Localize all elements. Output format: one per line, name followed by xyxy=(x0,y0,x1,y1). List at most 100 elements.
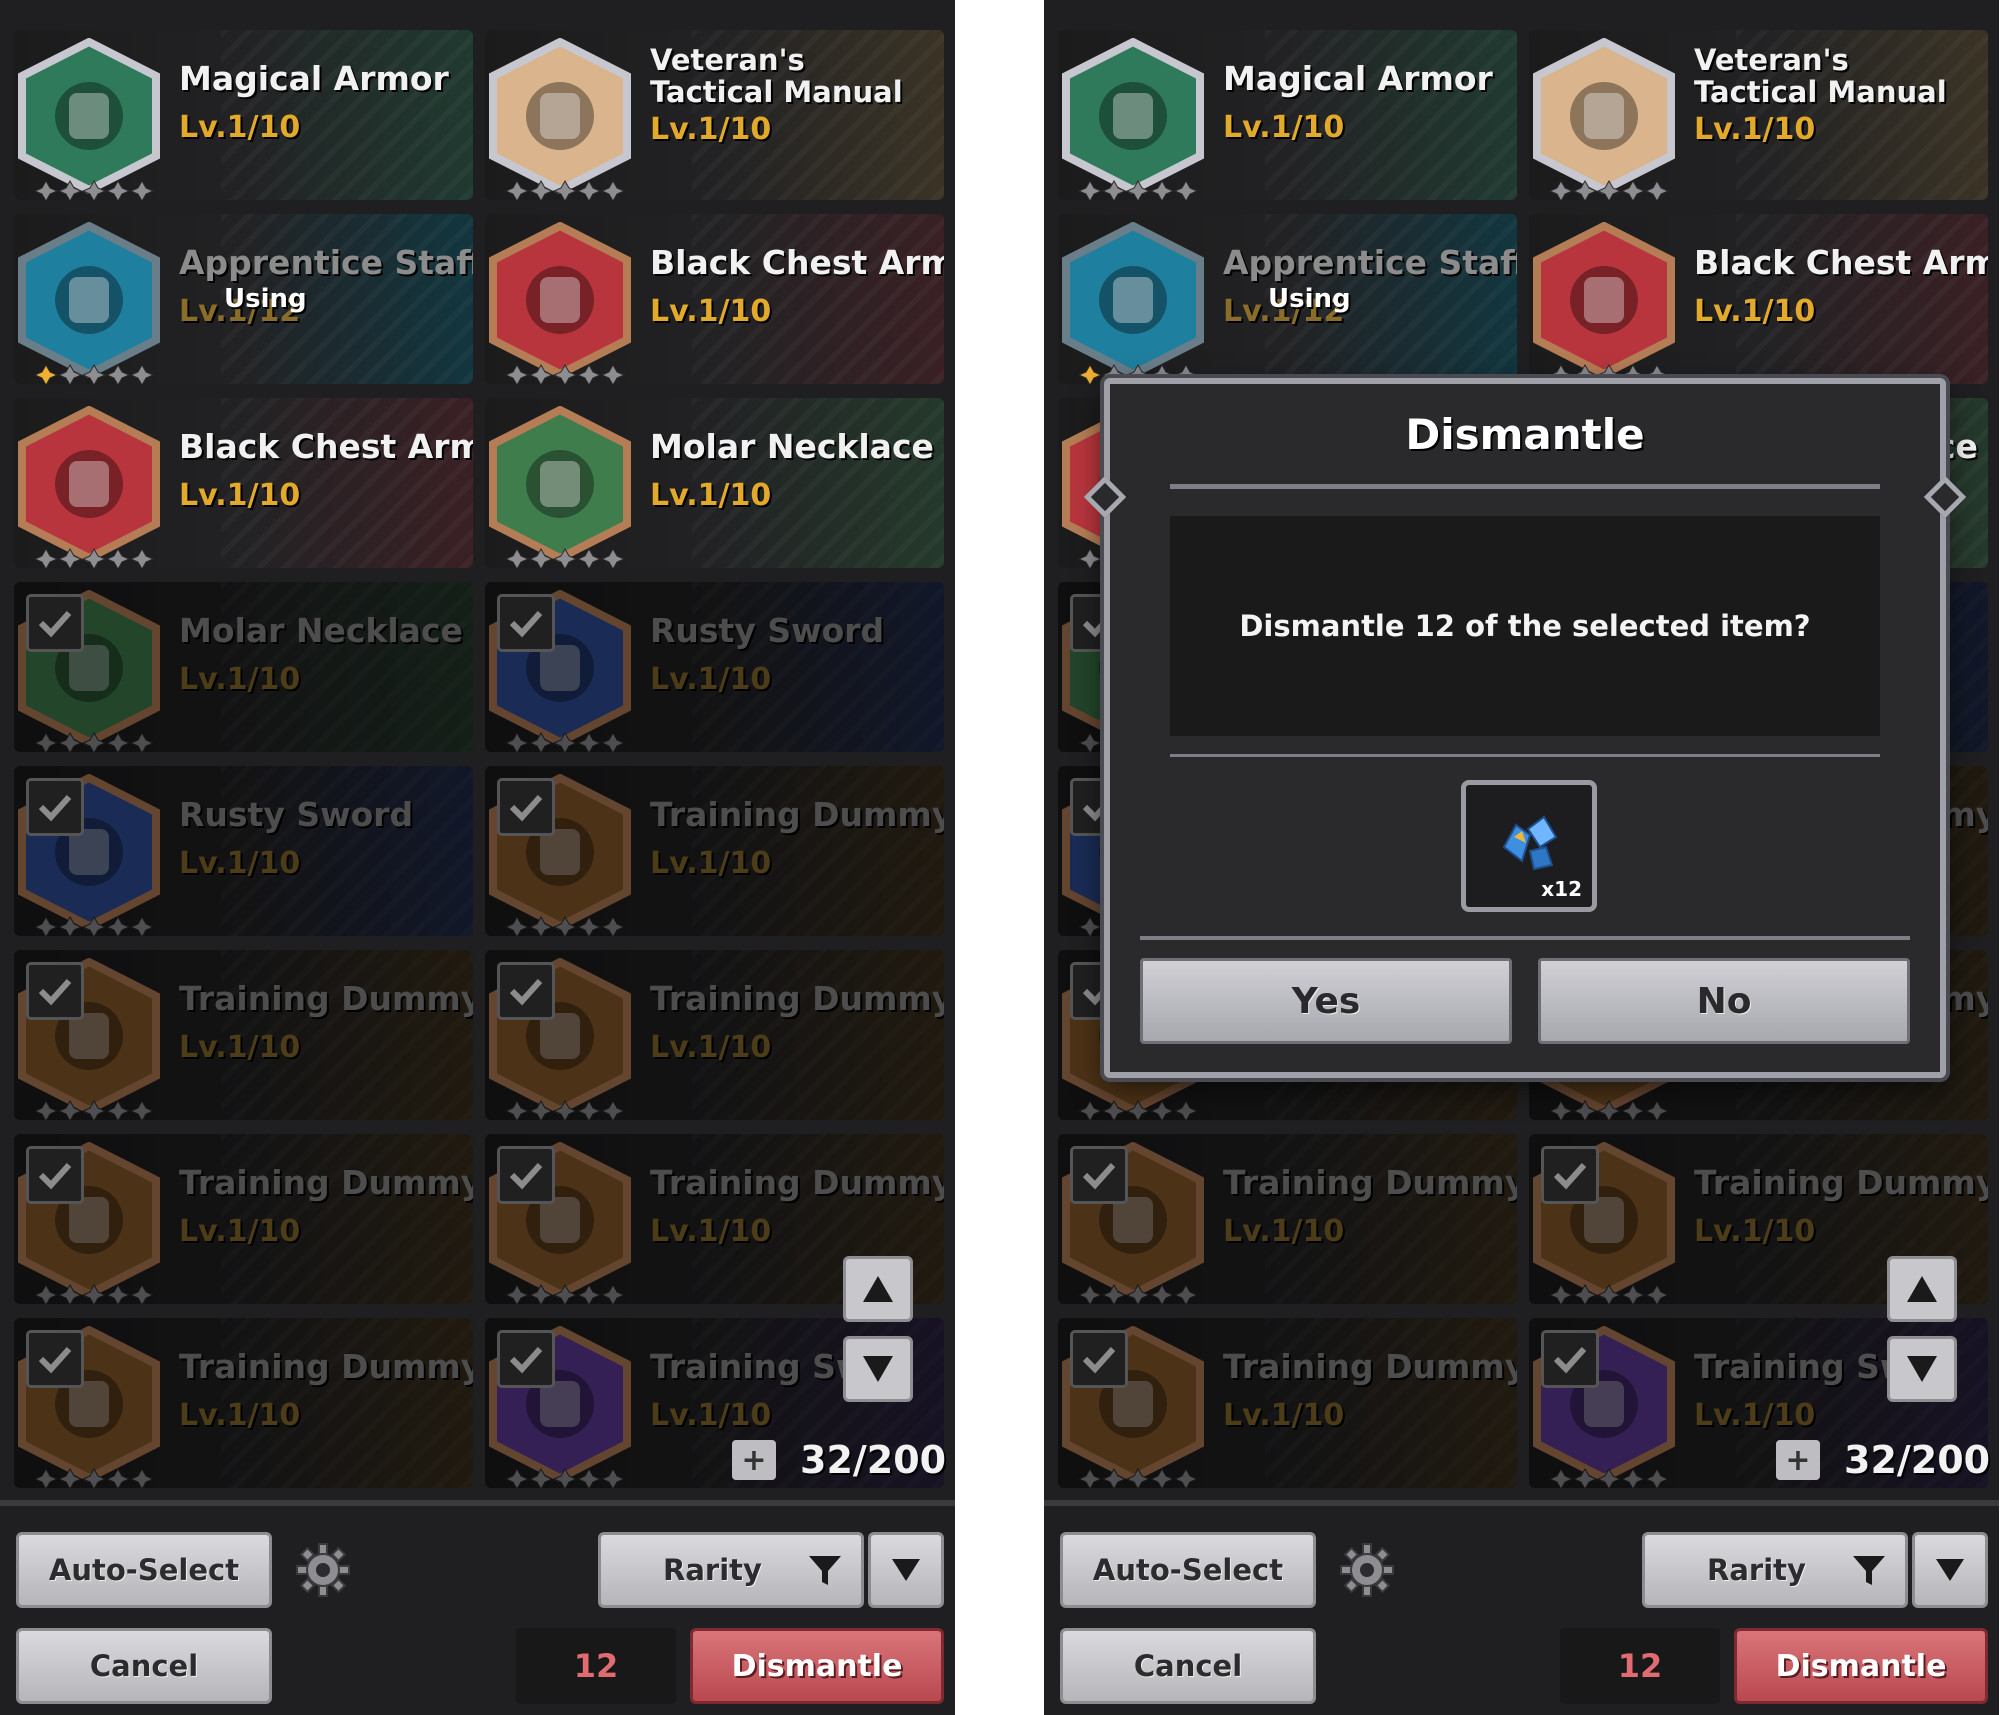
plus-icon: + xyxy=(1785,1442,1811,1478)
rarity-filter-button[interactable]: Rarity xyxy=(598,1532,864,1608)
checkmark-icon xyxy=(1082,1346,1116,1374)
item-name: Training Dummy xyxy=(1223,1347,1517,1386)
item-card[interactable]: Black Chest Armor Lv.1/10 xyxy=(1529,214,1988,384)
checkmark-icon xyxy=(1553,1162,1587,1190)
item-card[interactable]: Apprentice Staff Lv.1/12 Using xyxy=(1058,214,1517,384)
rarity-filter-button[interactable]: Rarity xyxy=(1642,1532,1908,1608)
inventory-panel-left: Magical Armor Lv.1/10 Veteran's Tactical M… xyxy=(0,0,955,1715)
star-rating-icon xyxy=(505,1468,625,1488)
select-checkbox[interactable] xyxy=(26,962,84,1020)
expand-capacity-button[interactable]: + xyxy=(732,1440,776,1480)
dismantle-button[interactable]: Dismantle xyxy=(690,1628,944,1704)
dialog-message-box: Dismantle 12 of the selected item? xyxy=(1170,516,1880,736)
star-rating-icon xyxy=(505,1100,625,1120)
item-card[interactable]: Training Dummy Lv.1/10 xyxy=(14,1134,473,1304)
checkmark-icon xyxy=(509,1346,543,1374)
cancel-button[interactable]: Cancel xyxy=(1060,1628,1316,1704)
arrow-down-icon xyxy=(863,1356,893,1382)
item-card[interactable]: Training Dummy Lv.1/10 xyxy=(485,950,944,1120)
item-card[interactable]: Black Chest Armor Lv.1/10 xyxy=(485,214,944,384)
sort-order-button[interactable] xyxy=(868,1532,944,1608)
item-card[interactable]: Magical Armor Lv.1/10 xyxy=(1058,30,1517,200)
scroll-down-button[interactable] xyxy=(1887,1336,1957,1402)
yes-button[interactable]: Yes xyxy=(1140,958,1512,1044)
expand-capacity-button[interactable]: + xyxy=(1776,1440,1820,1480)
item-card[interactable]: Veteran's Tactical Manual Lv.1/10 xyxy=(485,30,944,200)
scroll-up-button[interactable] xyxy=(1887,1256,1957,1322)
gear-icon[interactable] xyxy=(293,1540,353,1600)
select-checkbox[interactable] xyxy=(497,962,555,1020)
crystal-shard-icon xyxy=(1502,815,1558,871)
item-name: Rusty Sword xyxy=(650,611,885,650)
scroll-up-button[interactable] xyxy=(843,1256,913,1322)
star-rating-icon xyxy=(505,548,625,568)
dialog-message-divider xyxy=(1170,754,1880,757)
item-card[interactable]: Training Dummy Lv.1/10 xyxy=(485,766,944,936)
select-checkbox[interactable] xyxy=(26,594,84,652)
select-checkbox[interactable] xyxy=(1541,1146,1599,1204)
no-button[interactable]: No xyxy=(1538,958,1910,1044)
reward-quantity: x12 xyxy=(1541,877,1582,901)
select-checkbox[interactable] xyxy=(497,1330,555,1388)
item-level: Lv.1/10 xyxy=(650,1214,772,1249)
select-checkbox[interactable] xyxy=(1070,1146,1128,1204)
item-card[interactable]: Veteran's Tactical Manual Lv.1/10 xyxy=(1529,30,1988,200)
item-card[interactable]: Training Dummy Lv.1/10 xyxy=(1058,1318,1517,1488)
item-name: Apprentice Staff xyxy=(1223,243,1517,282)
auto-select-button[interactable]: Auto-Select xyxy=(1060,1532,1316,1608)
item-name: Black Chest Armor xyxy=(179,427,473,466)
star-rating-icon xyxy=(1078,1468,1198,1488)
star-rating-icon xyxy=(505,364,625,384)
item-card[interactable]: Molar Necklace Lv.1/10 xyxy=(14,582,473,752)
item-level: Lv.1/10 xyxy=(650,112,772,147)
item-card[interactable]: Molar Necklace Lv.1/10 xyxy=(485,398,944,568)
rarity-filter-label: Rarity xyxy=(1707,1553,1806,1587)
black-chest-armor-icon xyxy=(18,406,160,562)
gear-icon[interactable] xyxy=(1337,1540,1397,1600)
item-level: Lv.1/10 xyxy=(1223,1214,1345,1249)
star-rating-icon xyxy=(1078,1100,1198,1120)
equipped-badge: Using xyxy=(1268,284,1351,314)
item-card[interactable]: Black Chest Armor Lv.1/10 xyxy=(14,398,473,568)
select-checkbox[interactable] xyxy=(26,1330,84,1388)
dialog-message: Dismantle 12 of the selected item? xyxy=(1239,609,1811,643)
select-checkbox[interactable] xyxy=(26,778,84,836)
item-name: Molar Necklace xyxy=(650,427,934,466)
tactical-manual-icon xyxy=(489,38,631,194)
item-card[interactable]: Training Dummy Lv.1/10 xyxy=(14,950,473,1120)
item-name: Veteran's Tactical Manual xyxy=(650,43,903,109)
scroll-down-button[interactable] xyxy=(843,1336,913,1402)
select-checkbox[interactable] xyxy=(1541,1330,1599,1388)
apprentice-staff-icon xyxy=(18,222,160,378)
cancel-button[interactable]: Cancel xyxy=(16,1628,272,1704)
item-level: Lv.1/10 xyxy=(650,1030,772,1065)
checkmark-icon xyxy=(509,610,543,638)
item-name: Magical Armor xyxy=(179,59,449,98)
item-card[interactable]: Training Dummy Lv.1/10 xyxy=(1058,1134,1517,1304)
select-checkbox[interactable] xyxy=(497,594,555,652)
select-checkbox[interactable] xyxy=(1070,1330,1128,1388)
item-card[interactable]: Apprentice Staff Lv.1/12 Using xyxy=(14,214,473,384)
star-rating-icon xyxy=(1078,1284,1198,1304)
item-name: Rusty Sword xyxy=(179,795,414,834)
select-checkbox[interactable] xyxy=(497,778,555,836)
auto-select-button[interactable]: Auto-Select xyxy=(16,1532,272,1608)
checkmark-icon xyxy=(509,978,543,1006)
rarity-filter-label: Rarity xyxy=(663,1553,762,1587)
star-rating-icon xyxy=(34,364,154,384)
select-checkbox[interactable] xyxy=(497,1146,555,1204)
dismantle-button[interactable]: Dismantle xyxy=(1734,1628,1988,1704)
toolbar-divider xyxy=(1044,1500,1999,1506)
select-checkbox[interactable] xyxy=(26,1146,84,1204)
item-name: Training Dummy xyxy=(179,979,473,1018)
item-card[interactable]: Rusty Sword Lv.1/10 xyxy=(14,766,473,936)
item-card[interactable]: Rusty Sword Lv.1/10 xyxy=(485,582,944,752)
star-rating-icon xyxy=(505,916,625,936)
item-card[interactable]: Magical Armor Lv.1/10 xyxy=(14,30,473,200)
item-card[interactable]: Training Dummy Lv.1/10 xyxy=(14,1318,473,1488)
sort-order-button[interactable] xyxy=(1912,1532,1988,1608)
item-level: Lv.1/10 xyxy=(1694,112,1816,147)
checkmark-icon xyxy=(38,794,72,822)
item-level: Lv.1/10 xyxy=(179,1030,301,1065)
dismantle-dialog: Dismantle Dismantle 12 of the selected i… xyxy=(1083,378,1967,1078)
